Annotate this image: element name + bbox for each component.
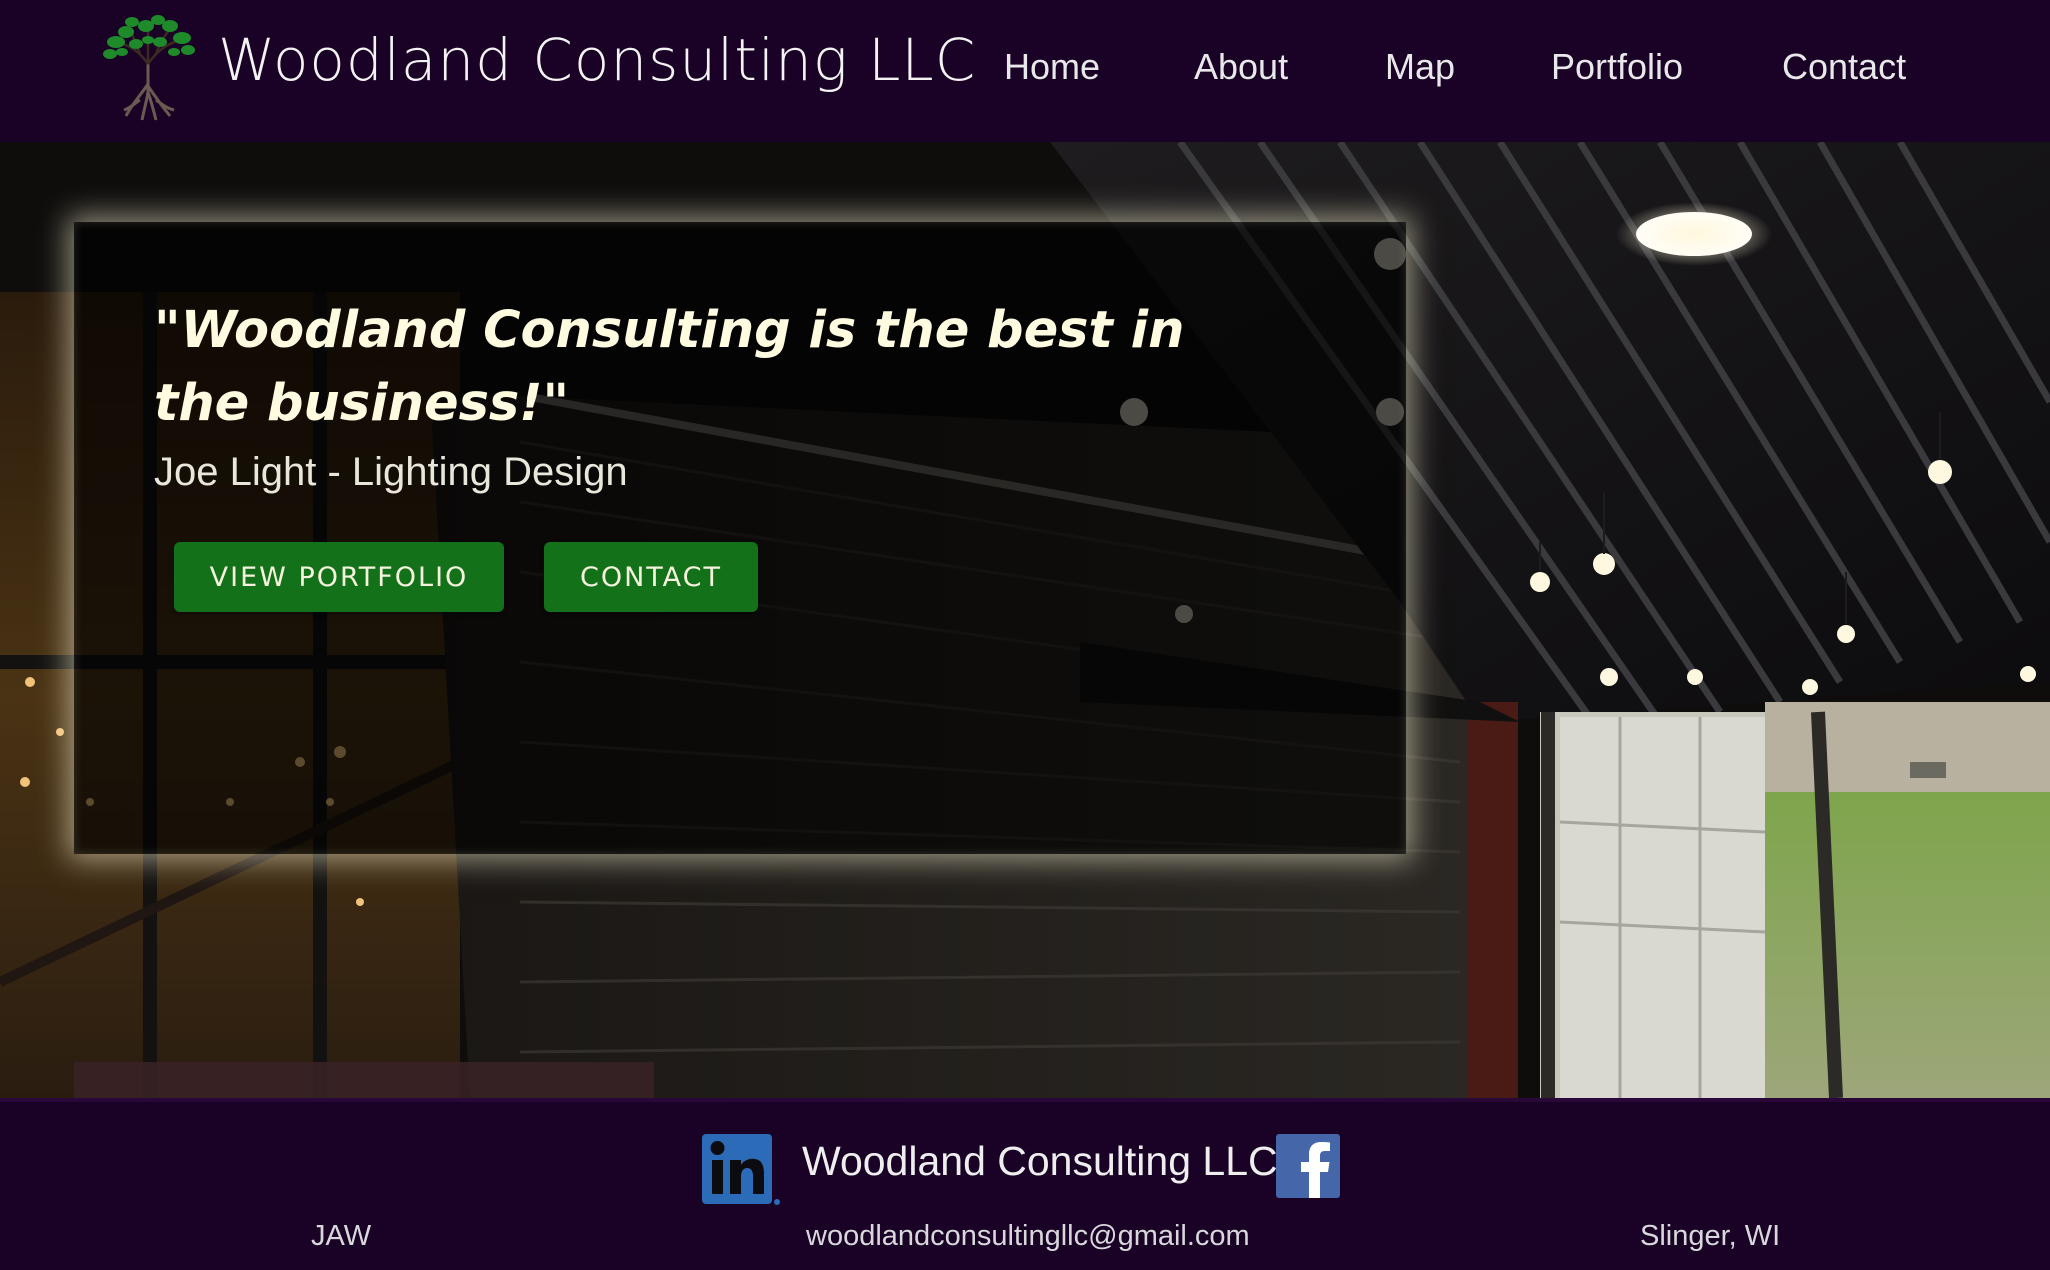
site-footer: Woodland Consulting LLC JAW woodlandcons…: [0, 1098, 2050, 1270]
facebook-icon[interactable]: [1276, 1134, 1340, 1198]
nav-about-link[interactable]: About: [1194, 46, 1288, 88]
contact-button[interactable]: CONTACT: [544, 542, 758, 612]
footer-company-name: Woodland Consulting LLC: [802, 1138, 1278, 1184]
testimonial-quote: "Woodland Consulting is the best in the …: [154, 301, 1185, 433]
site-header: Woodland Consulting LLC Home About Map P…: [0, 0, 2050, 142]
testimonial-author: Joe Light - Lighting Design: [154, 450, 628, 494]
footer-email-link[interactable]: woodlandconsultingllc@gmail.com: [806, 1220, 1250, 1253]
site-title[interactable]: Woodland Consulting LLC: [218, 26, 976, 94]
footer-initials: JAW: [311, 1220, 372, 1252]
nav-portfolio-link[interactable]: Portfolio: [1551, 46, 1683, 88]
footer-location: Slinger, WI: [1640, 1220, 1781, 1252]
nav-contact-link[interactable]: Contact: [1782, 46, 1906, 88]
testimonial-panel: "Woodland Consulting is the best in the …: [74, 222, 1406, 854]
nav-map-link[interactable]: Map: [1385, 46, 1455, 88]
linkedin-icon[interactable]: [700, 1132, 784, 1208]
view-portfolio-button[interactable]: VIEW PORTFOLIO: [174, 542, 504, 612]
nav-home-link[interactable]: Home: [1004, 46, 1100, 88]
tree-logo-icon[interactable]: [96, 12, 200, 122]
hero-section: "Woodland Consulting is the best in the …: [0, 142, 2050, 1098]
